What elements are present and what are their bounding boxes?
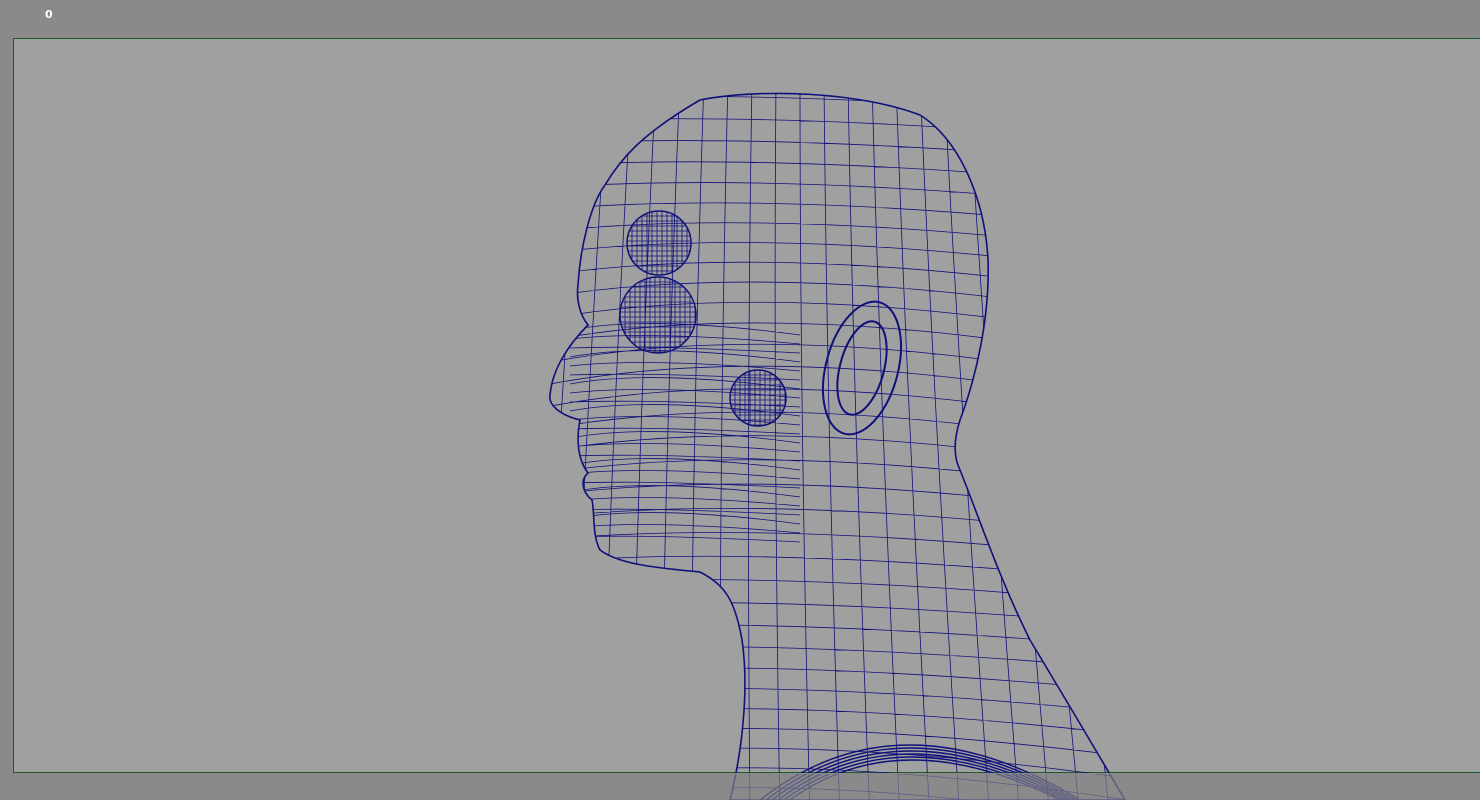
3d-viewport[interactable]: 0 — [0, 0, 1480, 800]
mesh-in-gate — [549, 92, 1125, 773]
head-silhouette — [729, 774, 1126, 800]
head-wireframe-mesh[interactable] — [0, 0, 1480, 800]
head-silhouette — [549, 92, 1111, 773]
eyeball-mesh — [619, 276, 697, 354]
frame-counter: 0 — [45, 8, 53, 21]
ear-mesh — [822, 300, 902, 436]
jaw-joint-mesh — [729, 369, 787, 427]
wire-grid — [549, 93, 1125, 773]
mesh-edges — [549, 93, 1125, 773]
